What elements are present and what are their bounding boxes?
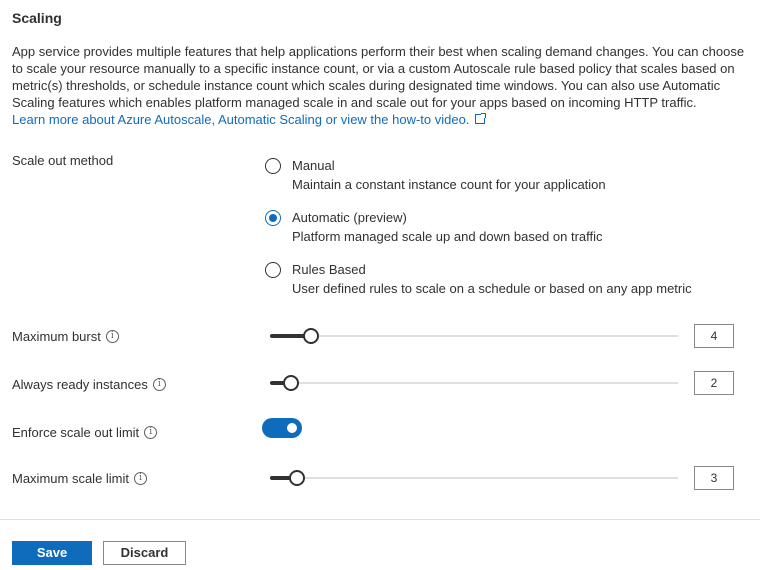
always-ready-instances-slider[interactable] [270, 373, 678, 393]
radio-label-rules-based: Rules Based [292, 262, 366, 277]
discard-button[interactable]: Discard [103, 541, 186, 565]
slider-thumb[interactable] [283, 375, 299, 391]
slider-thumb[interactable] [289, 470, 305, 486]
radio-description-manual: Maintain a constant instance count for y… [292, 177, 606, 192]
section-title: Scaling [12, 10, 62, 26]
radio-button-rules-based[interactable] [265, 262, 281, 278]
info-icon[interactable]: i [144, 426, 158, 440]
maximum-burst-label: Maximum burst i [12, 329, 119, 344]
enforce-scale-out-limit-label: Enforce scale out limit i [12, 425, 158, 440]
slider-track [270, 335, 678, 337]
slider-track [270, 382, 678, 384]
radio-description-automatic: Platform managed scale up and down based… [292, 229, 603, 244]
footer-divider [0, 519, 760, 520]
description-text: App service provides multiple features t… [12, 44, 745, 110]
maximum-burst-slider[interactable] [270, 326, 678, 346]
slider-track [270, 477, 678, 479]
info-icon[interactable]: i [134, 472, 148, 486]
maximum-scale-limit-slider[interactable] [270, 468, 678, 488]
radio-button-automatic[interactable] [265, 210, 281, 226]
info-icon[interactable]: i [152, 378, 166, 392]
radio-button-manual[interactable] [265, 158, 281, 174]
always-ready-instances-input[interactable]: 2 [694, 371, 734, 395]
external-link-icon [475, 113, 487, 124]
save-button[interactable]: Save [12, 541, 92, 565]
section-description: App service provides multiple features t… [12, 43, 747, 128]
slider-thumb[interactable] [303, 328, 319, 344]
radio-description-rules-based: User defined rules to scale on a schedul… [292, 281, 692, 296]
maximum-burst-input[interactable]: 4 [694, 324, 734, 348]
maximum-scale-limit-input[interactable]: 3 [694, 466, 734, 490]
scale-out-method-label: Scale out method [12, 153, 114, 168]
info-icon[interactable]: i [105, 330, 119, 344]
radio-label-manual: Manual [292, 158, 335, 173]
maximum-scale-limit-label: Maximum scale limit i [12, 471, 148, 486]
radio-label-automatic: Automatic (preview) [292, 210, 407, 225]
enforce-scale-out-limit-toggle[interactable] [262, 418, 302, 438]
always-ready-instances-label: Always ready instances i [12, 377, 166, 392]
learn-more-link[interactable]: Learn more about Azure Autoscale, Automa… [12, 112, 487, 127]
